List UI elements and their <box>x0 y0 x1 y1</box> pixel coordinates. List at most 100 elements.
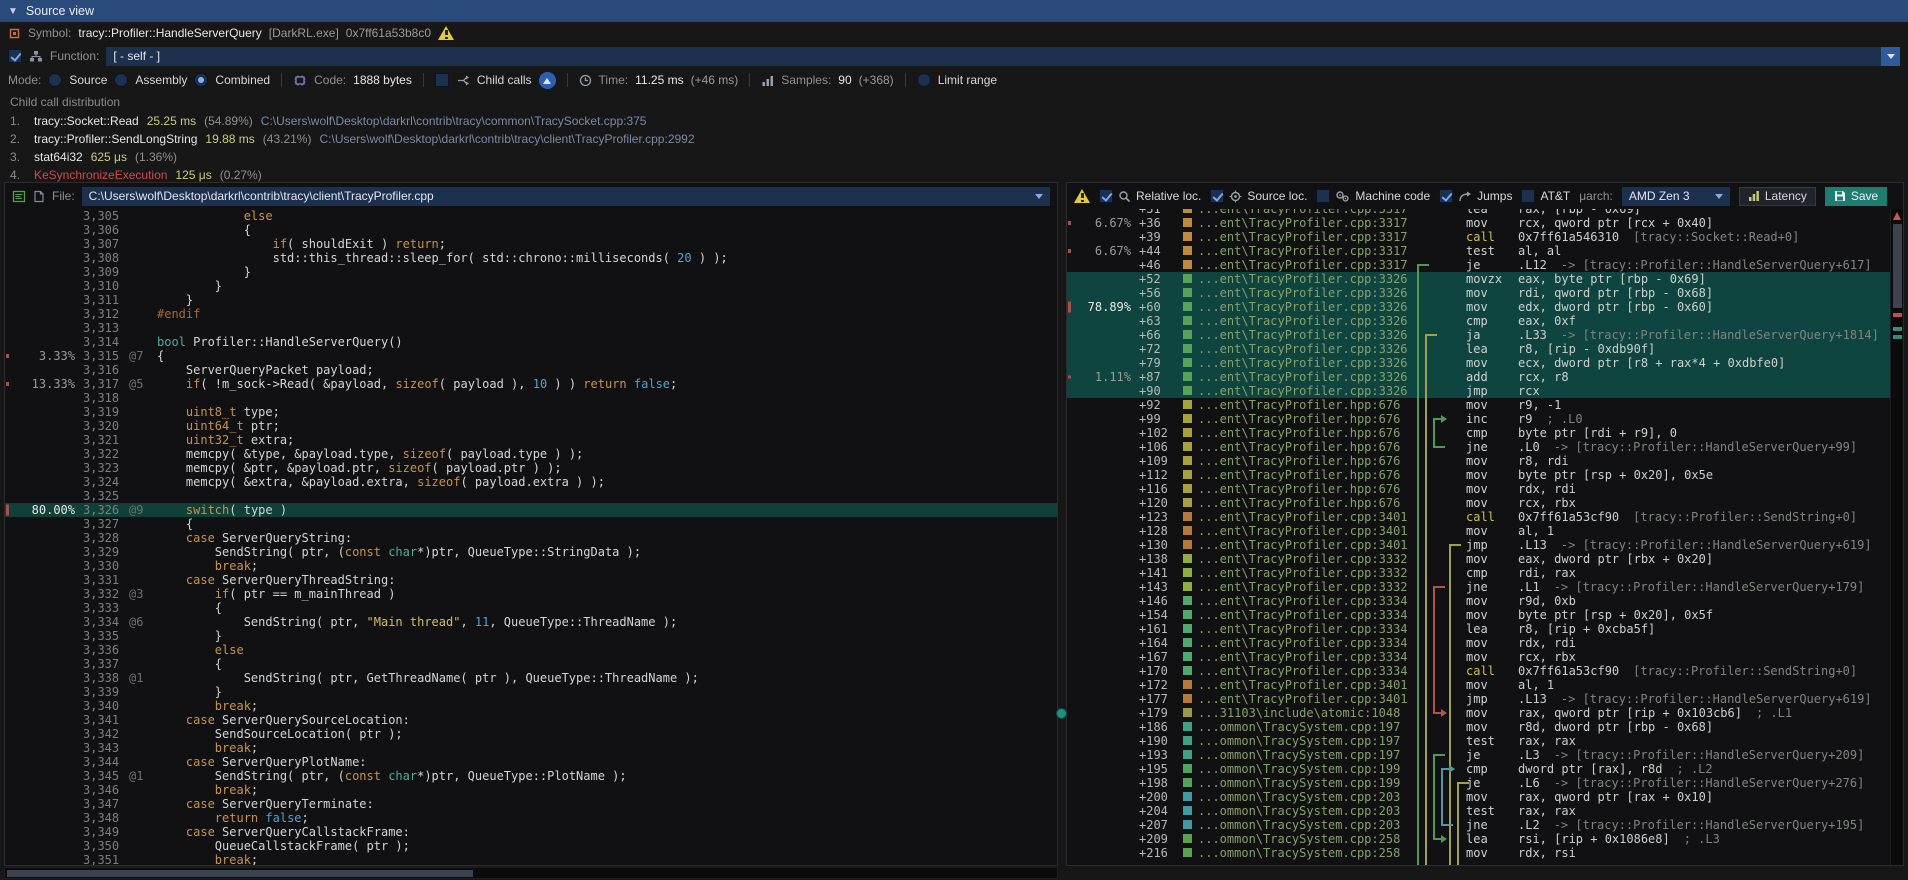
source-line[interactable]: 3,337 { <box>5 657 1057 671</box>
child-call-item[interactable]: 1.tracy::Socket::Read25.25 ms(54.89%)C:\… <box>10 112 1898 130</box>
asm-source-location[interactable]: ...ent\TracyProfiler.cpp:3401 <box>1198 692 1414 706</box>
source-line[interactable]: 3,323 memcpy( &ptr, &payload.ptr, sizeof… <box>5 461 1057 475</box>
source-line[interactable]: 3,341 case ServerQuerySourceLocation: <box>5 713 1057 727</box>
source-line[interactable]: 3,351 break; <box>5 853 1057 865</box>
source-line[interactable]: 3,322 memcpy( &type, &payload.type, size… <box>5 447 1057 461</box>
asm-row[interactable]: +128...ent\TracyProfiler.cpp:3401moval, … <box>1067 524 1890 538</box>
relative-loc-toggle[interactable]: Relative loc. <box>1099 189 1201 203</box>
assembly-scrollbar[interactable] <box>1890 209 1903 865</box>
asm-row[interactable]: +172...ent\TracyProfiler.cpp:3401moval, … <box>1067 678 1890 692</box>
child-call-item[interactable]: 3.stat64i32625 μs(1.36%) <box>10 148 1898 166</box>
source-line[interactable]: 3,309 } <box>5 265 1057 279</box>
asm-source-location[interactable]: ...31103\include\atomic:1048 <box>1198 706 1414 720</box>
asm-row[interactable]: +46...ent\TracyProfiler.cpp:3317je.L12->… <box>1067 258 1890 272</box>
jumps-checkbox[interactable] <box>1439 189 1453 203</box>
asm-source-location[interactable]: ...ent\TracyProfiler.hpp:676 <box>1198 440 1414 454</box>
source-line[interactable]: 3,328 case ServerQueryString: <box>5 531 1057 545</box>
asm-source-location[interactable]: ...ent\TracyProfiler.cpp:3317 <box>1198 216 1414 230</box>
asm-source-location[interactable]: ...ent\TracyProfiler.cpp:3401 <box>1198 678 1414 692</box>
asm-row[interactable]: +52...ent\TracyProfiler.cpp:3326movzxeax… <box>1067 272 1890 286</box>
source-line[interactable]: 3,332@3 if( ptr == m_mainThread ) <box>5 587 1057 601</box>
source-line[interactable]: 3.33%3,315@7{ <box>5 349 1057 363</box>
asm-row[interactable]: +66...ent\TracyProfiler.cpp:3326ja.L33->… <box>1067 328 1890 342</box>
asm-source-location[interactable]: ...ent\TracyProfiler.cpp:3326 <box>1198 356 1414 370</box>
att-toggle[interactable]: AT&T <box>1521 189 1570 203</box>
source-line[interactable]: 3,347 case ServerQueryTerminate: <box>5 797 1057 811</box>
asm-source-location[interactable]: ...ent\TracyProfiler.cpp:3317 <box>1198 244 1414 258</box>
asm-source-location[interactable]: ...ent\TracyProfiler.cpp:3334 <box>1198 636 1414 650</box>
asm-row[interactable]: 78.89%+60...ent\TracyProfiler.cpp:3326mo… <box>1067 300 1890 314</box>
asm-row[interactable]: +116...ent\TracyProfiler.hpp:676movrdx, … <box>1067 482 1890 496</box>
asm-source-location[interactable]: ...ent\TracyProfiler.cpp:3326 <box>1198 328 1414 342</box>
source-loc-checkbox[interactable] <box>1210 189 1224 203</box>
scrollbar-thumb[interactable] <box>7 870 473 877</box>
asm-row[interactable]: +198...ommon\TracySystem.cpp:199je.L6-> … <box>1067 776 1890 790</box>
asm-source-location[interactable]: ...ent\TracyProfiler.cpp:3401 <box>1198 510 1414 524</box>
asm-source-location[interactable]: ...ommon\TracySystem.cpp:199 <box>1198 762 1414 776</box>
asm-source-location[interactable]: ...ommon\TracySystem.cpp:258 <box>1198 846 1414 860</box>
asm-source-location[interactable]: ...ent\TracyProfiler.cpp:3334 <box>1198 664 1414 678</box>
asm-row[interactable]: +39...ent\TracyProfiler.cpp:3317call0x7f… <box>1067 230 1890 244</box>
function-combo[interactable]: [ - self - ] <box>106 47 1900 66</box>
source-line[interactable]: 3,330 break; <box>5 559 1057 573</box>
asm-row[interactable]: +179...31103\include\atomic:1048movrax, … <box>1067 706 1890 720</box>
asm-source-location[interactable]: ...ent\TracyProfiler.cpp:3326 <box>1198 370 1414 384</box>
asm-row[interactable]: +56...ent\TracyProfiler.cpp:3326movrdi, … <box>1067 286 1890 300</box>
asm-row[interactable]: +106...ent\TracyProfiler.hpp:676jne.L0->… <box>1067 440 1890 454</box>
source-line[interactable]: 3,331 case ServerQueryThreadString: <box>5 573 1057 587</box>
source-line[interactable]: 3,306 { <box>5 223 1057 237</box>
asm-row[interactable]: +130...ent\TracyProfiler.cpp:3401jmp.L13… <box>1067 538 1890 552</box>
asm-source-location[interactable]: ...ent\TracyProfiler.hpp:676 <box>1198 468 1414 482</box>
asm-row[interactable]: +195...ommon\TracySystem.cpp:199cmpdword… <box>1067 762 1890 776</box>
asm-row[interactable]: +200...ommon\TracySystem.cpp:203movrax, … <box>1067 790 1890 804</box>
source-line[interactable]: 3,324 memcpy( &extra, &payload.extra, si… <box>5 475 1057 489</box>
source-line[interactable]: 3,336 else <box>5 643 1057 657</box>
child-call-item[interactable]: 2.tracy::Profiler::SendLongString19.88 m… <box>10 130 1898 148</box>
source-line[interactable]: 3,310 } <box>5 279 1057 293</box>
limit-range-label[interactable]: Limit range <box>938 73 997 87</box>
asm-source-location[interactable]: ...ent\TracyProfiler.cpp:3401 <box>1198 524 1414 538</box>
source-line[interactable]: 3,343 break; <box>5 741 1057 755</box>
asm-source-location[interactable]: ...ent\TracyProfiler.hpp:676 <box>1198 482 1414 496</box>
title-bar[interactable]: ▼ Source view <box>0 0 1908 22</box>
asm-row[interactable]: +102...ent\TracyProfiler.hpp:676cmpbyte … <box>1067 426 1890 440</box>
asm-source-location[interactable]: ...ent\TracyProfiler.cpp:3332 <box>1198 580 1414 594</box>
asm-source-location[interactable]: ...ommon\TracySystem.cpp:197 <box>1198 720 1414 734</box>
asm-source-location[interactable]: ...ent\TracyProfiler.cpp:3401 <box>1198 538 1414 552</box>
mode-option-combined-label[interactable]: Combined <box>215 73 270 87</box>
source-line[interactable]: 3,308 std::this_thread::sleep_for( std::… <box>5 251 1057 265</box>
collapse-icon[interactable]: ▼ <box>8 6 18 17</box>
splitter-knob[interactable] <box>1056 708 1067 719</box>
asm-source-location[interactable]: ...ommon\TracySystem.cpp:203 <box>1198 804 1414 818</box>
jumps-toggle[interactable]: Jumps <box>1439 189 1512 203</box>
source-line[interactable]: 3,348 return false; <box>5 811 1057 825</box>
source-line[interactable]: 3,325 <box>5 489 1057 503</box>
asm-source-location[interactable]: ...ent\TracyProfiler.cpp:3332 <box>1198 566 1414 580</box>
source-line[interactable]: 3,313 <box>5 321 1057 335</box>
asm-row[interactable]: +109...ent\TracyProfiler.hpp:676movr8, r… <box>1067 454 1890 468</box>
source-line[interactable]: 13.33%3,317@5 if( !m_sock->Read( &payloa… <box>5 377 1057 391</box>
propagate-samples-button[interactable] <box>539 72 556 89</box>
scrollbar-thumb[interactable] <box>1893 224 1902 308</box>
asm-source-location[interactable]: ...ent\TracyProfiler.cpp:3332 <box>1198 552 1414 566</box>
asm-source-location[interactable]: ...ent\TracyProfiler.cpp:3334 <box>1198 608 1414 622</box>
source-line[interactable]: 3,350 QueueCallstackFrame( ptr ); <box>5 839 1057 853</box>
asm-row[interactable]: +209...ommon\TracySystem.cpp:258learsi, … <box>1067 832 1890 846</box>
function-combo-button[interactable] <box>1881 47 1900 66</box>
source-line[interactable]: 3,316 ServerQueryPacket payload; <box>5 363 1057 377</box>
asm-row[interactable]: +167...ent\TracyProfiler.cpp:3334movrcx,… <box>1067 650 1890 664</box>
mode-radio-source[interactable] <box>48 73 62 87</box>
source-loc-toggle[interactable]: Source loc. <box>1210 189 1307 203</box>
source-line[interactable]: 3,340 break; <box>5 699 1057 713</box>
asm-row[interactable]: +143...ent\TracyProfiler.cpp:3332jne.L1-… <box>1067 580 1890 594</box>
source-line[interactable]: 3,345@1 SendString( ptr, (const char*)pt… <box>5 769 1057 783</box>
source-line[interactable]: 3,327 { <box>5 517 1057 531</box>
asm-source-location[interactable]: ...ent\TracyProfiler.cpp:3326 <box>1198 286 1414 300</box>
child-calls-checkbox[interactable] <box>435 73 449 87</box>
asm-source-location[interactable]: ...ent\TracyProfiler.cpp:3326 <box>1198 384 1414 398</box>
source-line[interactable]: 3,319 uint8_t type; <box>5 405 1057 419</box>
asm-row[interactable]: +177...ent\TracyProfiler.cpp:3401jmp.L13… <box>1067 692 1890 706</box>
asm-source-location[interactable]: ...ent\TracyProfiler.cpp:3317 <box>1198 230 1414 244</box>
source-line[interactable]: 3,344 case ServerQueryPlotName: <box>5 755 1057 769</box>
source-line[interactable]: 3,329 SendString( ptr, (const char*)ptr,… <box>5 545 1057 559</box>
